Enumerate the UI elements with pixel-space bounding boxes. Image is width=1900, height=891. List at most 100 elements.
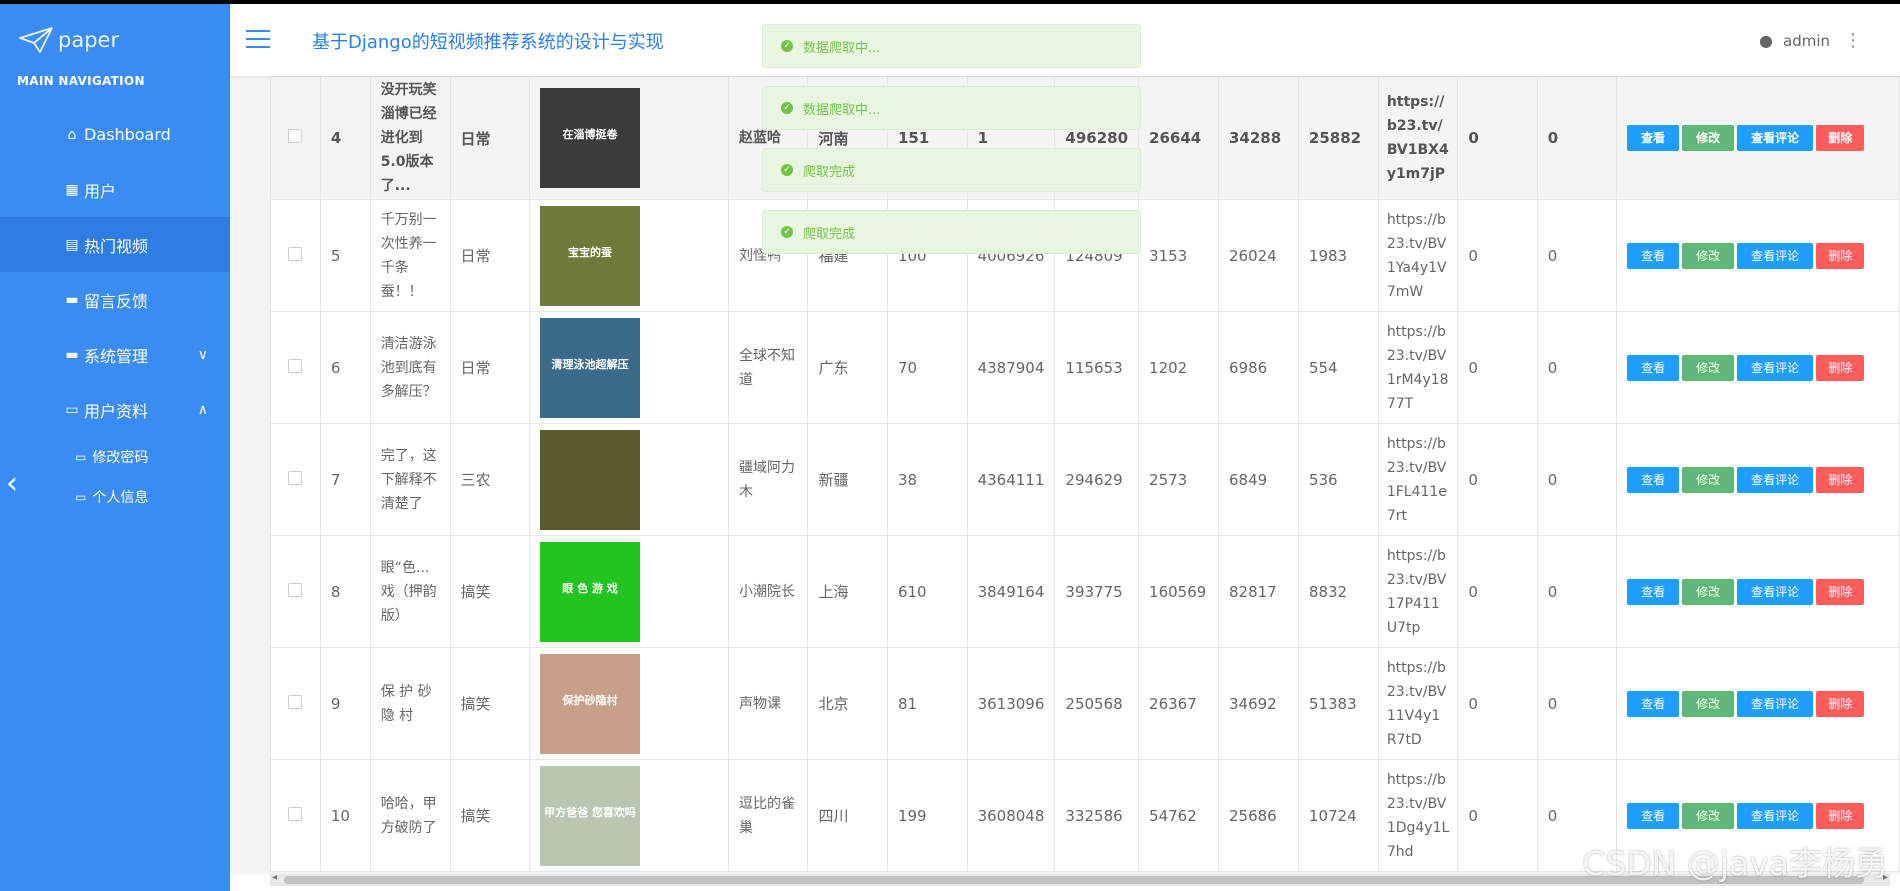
row-checkbox[interactable]	[288, 694, 303, 709]
monitor-icon: ▬	[65, 346, 79, 363]
delete-button[interactable]: 删除	[1816, 354, 1865, 381]
cell-value: 0	[1536, 535, 1618, 648]
cell-value: 0	[1536, 311, 1618, 424]
edit-button[interactable]: 修改	[1682, 242, 1735, 269]
home-icon: ⌂	[67, 126, 77, 143]
view-button[interactable]: 查看	[1627, 242, 1680, 269]
row-checkbox-cell	[270, 647, 321, 760]
row-checkbox-cell	[270, 199, 321, 312]
video-thumbnail[interactable]: 在淄博挺卷	[540, 88, 640, 188]
view-comments-button[interactable]: 查看评论	[1737, 802, 1814, 829]
chevron-down-icon: ∨	[197, 346, 208, 363]
cell-value: 393775	[1054, 535, 1140, 648]
video-thumbnail[interactable]: 清理泳池超解压	[540, 317, 640, 418]
cell-url: https://b23.tv/BV11V4y1R7tD	[1377, 647, 1459, 760]
cell-value: 26024	[1218, 199, 1299, 312]
cell-category: 日常	[449, 199, 531, 312]
sidebar-subitem-label: 修改密码	[92, 450, 149, 466]
sidebar-item-profile[interactable]: ▭ 用户资料 ∧	[0, 382, 230, 437]
cell-thumbnail: 眼 色 游 戏	[528, 535, 730, 648]
cell-thumbnail: 甲方爸爸 您喜欢吗	[528, 759, 730, 872]
view-comments-button[interactable]: 查看评论	[1737, 125, 1814, 151]
delete-button[interactable]: 删除	[1816, 242, 1865, 269]
row-checkbox[interactable]	[288, 470, 303, 485]
cell-value: 554	[1297, 311, 1379, 424]
view-button[interactable]: 查看	[1627, 354, 1680, 381]
sidebar-item-dashboard[interactable]: ⌂ Dashboard	[0, 107, 230, 162]
view-comments-button[interactable]: 查看评论	[1737, 242, 1814, 269]
sidebar-item-label: Dashboard	[84, 125, 171, 144]
delete-button[interactable]: 删除	[1816, 466, 1865, 493]
cell-value: 0	[1536, 647, 1618, 760]
cell-category: 日常	[449, 76, 531, 200]
cell-province: 上海	[807, 535, 888, 648]
view-button[interactable]: 查看	[1627, 125, 1680, 151]
sidebar-subitem-label: 个人信息	[92, 490, 149, 506]
sidebar-item-system[interactable]: ▬ 系统管理 ∨	[0, 327, 230, 382]
cell-value: 4364111	[966, 423, 1056, 536]
video-thumbnail[interactable]: 眼 色 游 戏	[540, 541, 640, 642]
cell-value: 536	[1297, 423, 1379, 536]
cell-author: 声物课	[728, 647, 809, 760]
video-thumbnail[interactable]	[540, 429, 640, 530]
row-checkbox-cell	[270, 759, 321, 872]
content-area: 4 没开玩笑淄博已经进化到5.0版本了... 日常 在淄博挺卷 赵蓝哈 河南 151 1 496…	[230, 76, 1900, 874]
sidebar-item-label: 用户资料	[84, 401, 149, 421]
cell-value: 34288	[1218, 76, 1299, 200]
cell-title: 眼“色...戏（押韵版）	[369, 535, 451, 648]
edit-button[interactable]: 修改	[1682, 354, 1735, 381]
row-checkbox[interactable]	[288, 806, 303, 821]
row-checkbox[interactable]	[288, 582, 303, 597]
delete-button[interactable]: 删除	[1816, 690, 1865, 717]
cell-province: 四川	[807, 759, 888, 872]
cell-value: 0	[1457, 423, 1538, 536]
chevron-left-icon[interactable]: ‹	[6, 466, 18, 501]
row-checkbox[interactable]	[288, 358, 303, 373]
sidebar-item-hot-videos[interactable]: ▤ 热门视频	[0, 217, 248, 272]
cell-value: 1202	[1138, 311, 1219, 424]
edit-button[interactable]: 修改	[1682, 466, 1735, 493]
view-comments-button[interactable]: 查看评论	[1737, 354, 1814, 381]
row-checkbox[interactable]	[288, 129, 303, 143]
sidebar-item-feedback[interactable]: ▬ 留言反馈	[0, 272, 230, 327]
toast-message: ✓ 爬取完成	[762, 210, 1141, 254]
view-comments-button[interactable]: 查看评论	[1737, 690, 1814, 717]
row-checkbox[interactable]	[288, 246, 303, 261]
sidebar: paper MAIN NAVIGATION ⌂ Dashboard ▦ 用户 ▤…	[0, 4, 248, 891]
watermark: CSDN @java李杨勇	[1582, 844, 1888, 883]
sidebar-item-users[interactable]: ▦ 用户	[0, 162, 230, 217]
chevron-up-icon: ∧	[197, 401, 208, 418]
view-comments-button[interactable]: 查看评论	[1737, 578, 1814, 605]
scroll-left-icon[interactable]: ◂	[272, 872, 277, 883]
view-comments-button[interactable]: 查看评论	[1737, 466, 1814, 493]
sidebar-item-label: 用户	[84, 181, 117, 201]
nav-menu: ⌂ Dashboard ▦ 用户 ▤ 热门视频 ▬ 留言反馈 ▬ 系统管理 ∨ …	[0, 107, 248, 517]
user-menu[interactable]: ● admin ⋮	[1759, 30, 1862, 51]
edit-button[interactable]: 修改	[1682, 690, 1735, 717]
edit-button[interactable]: 修改	[1682, 125, 1735, 151]
video-thumbnail[interactable]: 甲方爸爸 您喜欢吗	[540, 765, 640, 866]
brand[interactable]: paper	[18, 22, 119, 58]
delete-button[interactable]: 删除	[1816, 802, 1865, 829]
view-button[interactable]: 查看	[1627, 578, 1680, 605]
cell-id: 7	[319, 423, 371, 536]
cell-thumbnail: 清理泳池超解压	[528, 311, 730, 424]
video-thumbnail[interactable]: 保护砂隐村	[540, 653, 640, 754]
edit-button[interactable]: 修改	[1682, 802, 1735, 829]
brand-name: paper	[58, 28, 120, 52]
cell-value: 82817	[1218, 535, 1299, 648]
delete-button[interactable]: 删除	[1816, 125, 1865, 151]
edit-button[interactable]: 修改	[1682, 578, 1735, 605]
video-thumbnail[interactable]: 宝宝的蚕	[540, 205, 640, 306]
menu-icon[interactable]	[246, 30, 270, 54]
view-button[interactable]: 查看	[1627, 690, 1680, 717]
success-icon: ✓	[781, 40, 793, 52]
sidebar-subitem-personal-info[interactable]: ▭ 个人信息	[0, 477, 230, 517]
more-vertical-icon[interactable]: ⋮	[1844, 30, 1862, 51]
view-button[interactable]: 查看	[1627, 802, 1680, 829]
view-button[interactable]: 查看	[1627, 466, 1680, 493]
cell-value: 25686	[1218, 759, 1299, 872]
delete-button[interactable]: 删除	[1816, 578, 1865, 605]
cell-actions: 查看 修改 查看评论 删除	[1616, 423, 1900, 536]
sidebar-subitem-change-password[interactable]: ▭ 修改密码	[0, 437, 230, 477]
